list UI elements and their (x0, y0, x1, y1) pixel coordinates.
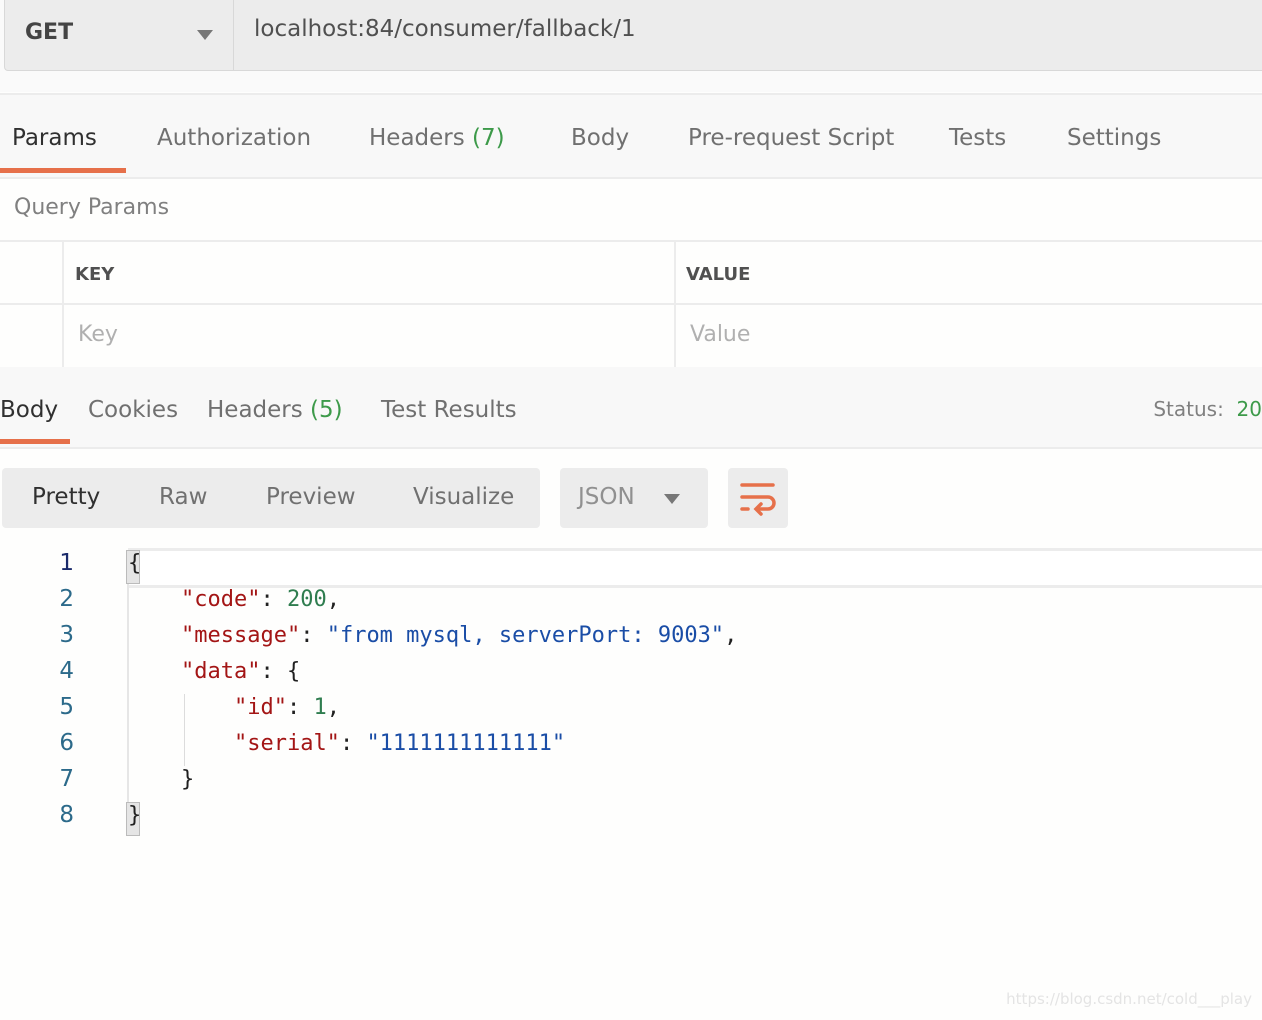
code-line: "serial": "1111111111111" (128, 731, 565, 756)
method-label: GET (25, 20, 74, 45)
tab-label: Cookies (88, 397, 179, 423)
caret-down-icon (664, 494, 680, 504)
view-mode-group: Pretty Raw Preview Visualize (2, 468, 540, 528)
value-input[interactable]: Value (690, 322, 750, 347)
tab-params[interactable]: Params (12, 125, 97, 151)
value-column-header: VALUE (686, 264, 751, 285)
code-line: "message": "from mysql, serverPort: 9003… (128, 623, 737, 648)
key-input[interactable]: Key (78, 322, 118, 347)
tab-pre-request-script[interactable]: Pre-request Script (688, 125, 894, 151)
code-token-punc: , (326, 587, 340, 612)
params-table: KEY VALUE Key Value (0, 240, 1262, 369)
active-line-highlight (128, 548, 1262, 588)
url-text: localhost:84/consumer/fallback/1 (254, 16, 636, 42)
code-token-punc: : (300, 623, 327, 648)
code-line: "id": 1, (128, 695, 340, 720)
tab-label: Body (0, 397, 59, 423)
watermark: https://blog.csdn.net/cold___play (1006, 990, 1252, 1008)
line-number: 5 (59, 694, 74, 720)
code-token-punc: : (339, 731, 367, 756)
code-line: "data": { (128, 659, 300, 684)
code-token-str: "from mysql, serverPort: 9003" (326, 623, 725, 648)
format-select[interactable]: JSON (560, 468, 708, 528)
key-column-header: KEY (75, 264, 115, 285)
code-line: "code": 200, (128, 587, 340, 612)
response-tab-cookies[interactable]: Cookies (88, 397, 178, 423)
code-token-punc: : (286, 695, 314, 720)
line-number: 7 (59, 766, 74, 792)
code-token-punc (128, 587, 181, 612)
code-token-key: "code" (180, 587, 261, 612)
code-token-punc: , (326, 695, 340, 720)
tab-count: (5) (310, 397, 343, 423)
tab-label: Settings (1067, 125, 1162, 151)
row-divider (0, 303, 1262, 305)
mode-raw[interactable]: Raw (159, 484, 207, 510)
wrap-lines-button[interactable] (728, 468, 788, 528)
request-tabs: Params Authorization Headers (7) Body Pre-re… (0, 93, 1262, 179)
code-token-punc: : { (260, 659, 301, 684)
code-token-punc: } (128, 767, 195, 792)
code-token-punc (128, 731, 234, 756)
tab-body[interactable]: Body (571, 125, 629, 151)
code-token-key: "data" (180, 659, 261, 684)
tab-count: (7) (472, 125, 505, 151)
code-line: } (128, 803, 141, 828)
line-number: 6 (59, 730, 74, 756)
tab-settings[interactable]: Settings (1067, 125, 1161, 151)
mode-pretty[interactable]: Pretty (32, 484, 100, 510)
code-token-num: 200 (286, 587, 327, 612)
tab-label: Pre-request Script (688, 125, 895, 151)
line-number: 2 (59, 586, 74, 612)
query-params-title: Query Params (14, 195, 170, 220)
code-token-key: "serial" (233, 731, 340, 756)
line-number: 4 (59, 658, 74, 684)
format-label: JSON (578, 484, 635, 510)
code-token-num: 1 (313, 695, 327, 720)
code-token-punc (128, 659, 181, 684)
active-tab-underline (0, 168, 126, 173)
method-select[interactable]: GET (4, 0, 234, 71)
tab-headers[interactable]: Headers (7) (369, 125, 505, 151)
mode-preview[interactable]: Preview (266, 484, 356, 510)
request-bar: GET localhost:84/consumer/fallback/1 (0, 0, 1262, 92)
code-token-punc: , (724, 623, 738, 648)
url-input[interactable]: localhost:84/consumer/fallback/1 (233, 0, 1262, 71)
tab-tests[interactable]: Tests (949, 125, 1006, 151)
status-readout: Status: 20 (1153, 397, 1262, 421)
line-number: 1 (59, 550, 74, 576)
line-number: 8 (59, 802, 74, 828)
line-number: 3 (59, 622, 74, 648)
status-code: 20 (1236, 397, 1262, 421)
response-tab-headers[interactable]: Headers (5) (207, 397, 343, 423)
response-tabs: Status: 20 Body Cookies Headers (5) Test Re… (0, 367, 1262, 449)
code-token-punc (128, 623, 181, 648)
response-body-editor[interactable]: 1 {2 "code": 200, 3 "message": "from mysql… (0, 548, 1262, 848)
active-tab-underline (0, 439, 70, 444)
code-token-punc: { (128, 551, 142, 576)
tab-label: Headers (369, 125, 465, 151)
caret-down-icon (197, 30, 213, 40)
code-token-key: "message" (180, 623, 301, 648)
tab-label: Headers (207, 397, 303, 423)
code-token-punc: : (260, 587, 287, 612)
response-tab-body[interactable]: Body (0, 397, 58, 423)
tab-authorization[interactable]: Authorization (157, 125, 311, 151)
code-token-punc: } (128, 803, 142, 828)
tab-label: Params (12, 125, 97, 151)
tab-label: Test Results (381, 397, 517, 423)
code-token-key: "id" (233, 695, 287, 720)
status-label: Status: (1153, 397, 1224, 421)
wrap-lines-icon (740, 483, 776, 516)
response-tab-test-results[interactable]: Test Results (381, 397, 517, 423)
code-token-punc (128, 695, 234, 720)
code-line: } (128, 767, 194, 792)
mode-visualize[interactable]: Visualize (413, 484, 514, 510)
tab-label: Body (571, 125, 630, 151)
tab-label: Authorization (157, 125, 312, 151)
code-token-str: "1111111111111" (366, 731, 566, 756)
tab-label: Tests (949, 125, 1007, 151)
code-line: { (128, 551, 141, 576)
